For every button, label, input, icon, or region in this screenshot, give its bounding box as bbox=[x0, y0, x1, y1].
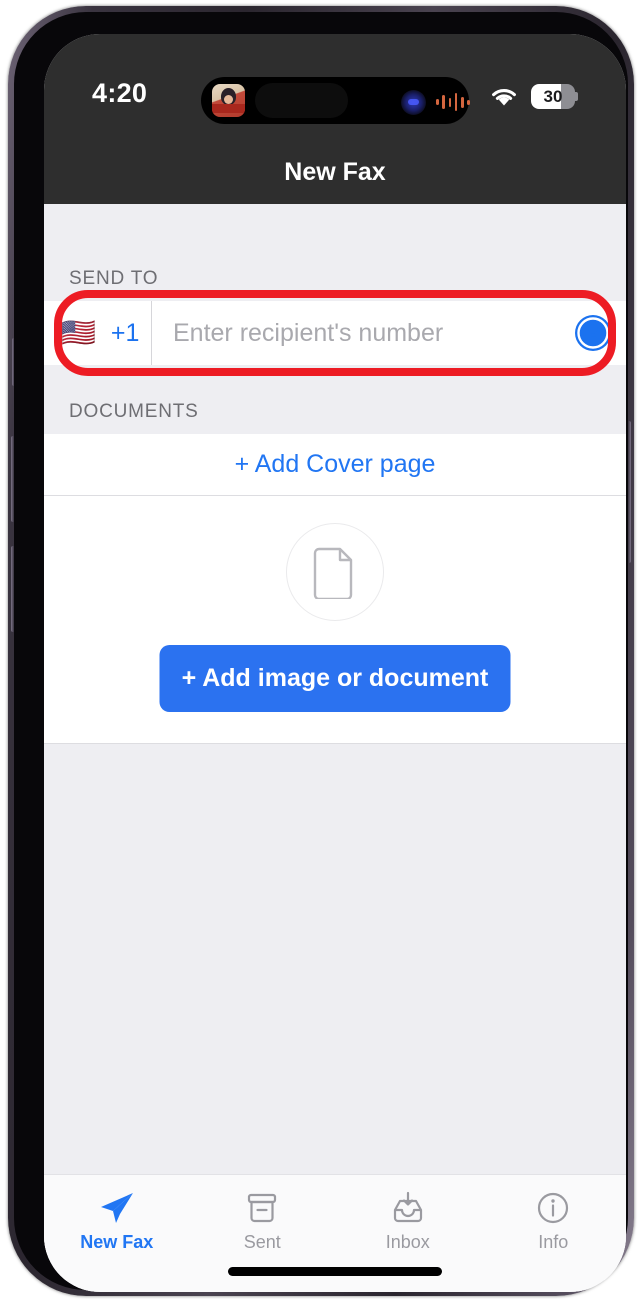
documents-panel: + Add image or document bbox=[44, 496, 626, 744]
phone-frame: 4:20 30 New Fax SEND TO 🇺🇸 +1 Enter reci… bbox=[8, 6, 634, 1296]
country-selector[interactable]: 🇺🇸 +1 bbox=[44, 301, 152, 365]
tab-new-fax-label: New Fax bbox=[80, 1232, 154, 1252]
page-title: New Fax bbox=[284, 158, 386, 186]
home-indicator[interactable] bbox=[228, 1267, 442, 1276]
contact-person-icon bbox=[575, 315, 611, 351]
recipient-row[interactable]: 🇺🇸 +1 bbox=[44, 301, 626, 365]
recipient-number-input[interactable] bbox=[152, 301, 560, 365]
dynamic-island[interactable] bbox=[201, 77, 470, 124]
send-to-section-header: SEND TO bbox=[69, 268, 159, 289]
podcast-app-icon[interactable] bbox=[212, 84, 245, 117]
document-placeholder bbox=[286, 523, 384, 621]
tab-bar: New Fax Sent Inbox Info bbox=[44, 1174, 626, 1292]
inbox-tray-icon bbox=[391, 1189, 425, 1227]
siri-orb-icon bbox=[401, 90, 426, 115]
battery-level-text: 30 bbox=[543, 87, 563, 106]
phone-screen: 4:20 30 New Fax SEND TO 🇺🇸 +1 Enter reci… bbox=[44, 34, 626, 1292]
add-image-or-document-button[interactable]: + Add image or document bbox=[159, 645, 511, 712]
nav-bar: New Fax bbox=[44, 140, 626, 204]
add-cover-page-label: + Add Cover page bbox=[234, 450, 436, 478]
phone-bezel: 4:20 30 New Fax SEND TO 🇺🇸 +1 Enter reci… bbox=[14, 12, 628, 1292]
tab-sent-label: Sent bbox=[243, 1232, 281, 1252]
main-content: SEND TO 🇺🇸 +1 Enter recipient's number D… bbox=[44, 204, 626, 1292]
tab-info[interactable]: Info bbox=[481, 1175, 627, 1292]
document-page-icon bbox=[313, 547, 353, 599]
us-flag-icon: 🇺🇸 bbox=[61, 317, 96, 348]
add-cover-page-button[interactable]: + Add Cover page bbox=[44, 434, 626, 496]
tab-inbox-label: Inbox bbox=[385, 1232, 430, 1252]
status-time: 4:20 bbox=[92, 78, 148, 108]
audio-waveform-icon bbox=[436, 89, 470, 115]
contacts-button[interactable] bbox=[560, 301, 626, 365]
wifi-icon bbox=[492, 89, 516, 106]
documents-section-header: DOCUMENTS bbox=[69, 401, 199, 422]
paper-plane-icon bbox=[99, 1189, 135, 1227]
tab-new-fax[interactable]: New Fax bbox=[44, 1175, 190, 1292]
archive-box-icon bbox=[245, 1189, 279, 1227]
battery-icon: 30 bbox=[531, 84, 578, 109]
island-camera-pill bbox=[255, 83, 348, 118]
info-circle-icon bbox=[536, 1189, 570, 1227]
status-bar: 4:20 30 bbox=[44, 34, 626, 140]
tab-info-label: Info bbox=[538, 1232, 569, 1252]
country-code-label: +1 bbox=[110, 318, 140, 347]
